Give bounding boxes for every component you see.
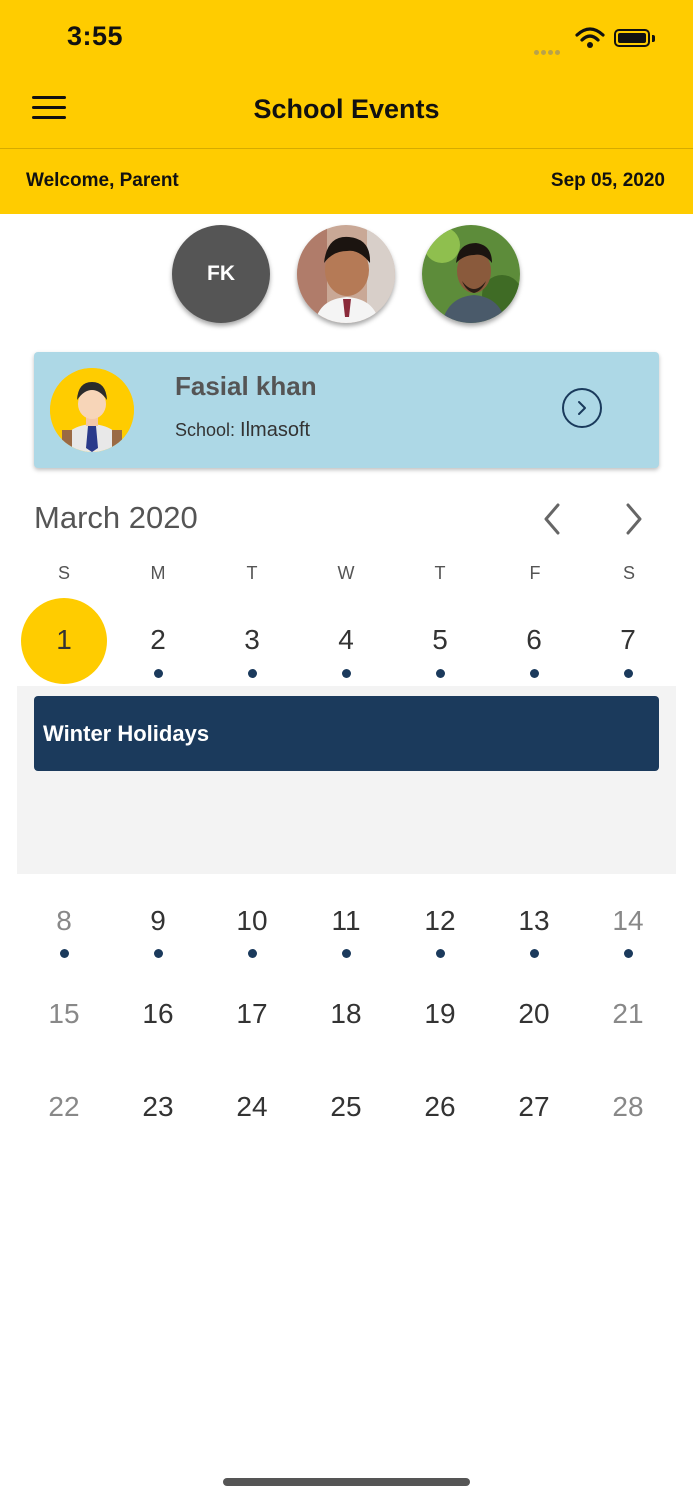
battery-icon bbox=[614, 29, 650, 47]
calendar-day[interactable]: 16 bbox=[118, 998, 198, 1030]
calendar-day[interactable]: 26 bbox=[400, 1091, 480, 1123]
calendar-month-label: March 2020 bbox=[34, 500, 198, 535]
student-name: Fasial khan bbox=[175, 371, 317, 401]
calendar-day[interactable]: 15 bbox=[24, 998, 104, 1030]
child-avatar-initials[interactable]: FK bbox=[172, 225, 270, 323]
calendar-day[interactable]: 13 bbox=[494, 905, 574, 937]
event-dot bbox=[436, 949, 445, 958]
calendar-day[interactable]: 6 bbox=[494, 624, 574, 656]
event-dot bbox=[154, 669, 163, 678]
current-date: Sep 05, 2020 bbox=[550, 170, 665, 191]
weekday-label: W bbox=[337, 563, 355, 583]
event-dot bbox=[248, 949, 257, 958]
event-dot bbox=[60, 949, 69, 958]
page-title: School Events bbox=[253, 94, 440, 124]
home-indicator[interactable] bbox=[223, 1478, 470, 1486]
event-dot bbox=[342, 669, 351, 678]
calendar-day[interactable]: 22 bbox=[24, 1091, 104, 1123]
cellular-signal-icon bbox=[534, 42, 562, 60]
weekday-label: M bbox=[150, 563, 166, 583]
calendar-day-selected[interactable]: 1 bbox=[24, 624, 104, 656]
school-label: School: bbox=[175, 420, 241, 440]
calendar-day[interactable]: 23 bbox=[118, 1091, 198, 1123]
child-avatar-photo-boy[interactable] bbox=[297, 225, 395, 323]
calendar-day[interactable]: 20 bbox=[494, 998, 574, 1030]
calendar-day[interactable]: 4 bbox=[306, 624, 386, 656]
event-dot bbox=[342, 949, 351, 958]
weekday-label: T bbox=[246, 563, 258, 583]
battery-tip bbox=[652, 35, 655, 42]
event-dot bbox=[530, 669, 539, 678]
event-dot bbox=[436, 669, 445, 678]
calendar-day[interactable]: 9 bbox=[118, 905, 198, 937]
calendar-day[interactable]: 8 bbox=[24, 905, 104, 937]
calendar-day[interactable]: 3 bbox=[212, 624, 292, 656]
calendar-day[interactable]: 10 bbox=[212, 905, 292, 937]
calendar-day[interactable]: 28 bbox=[588, 1091, 668, 1123]
calendar-day[interactable]: 14 bbox=[588, 905, 668, 937]
weekday-label: S bbox=[57, 563, 70, 583]
event-dot bbox=[248, 669, 257, 678]
wifi-icon bbox=[575, 27, 605, 54]
boy-photo bbox=[297, 225, 395, 323]
event-dot bbox=[624, 669, 633, 678]
school-name: Ilmasoft bbox=[240, 419, 311, 441]
calendar-day[interactable]: 24 bbox=[212, 1091, 292, 1123]
student-school: School: Ilmasoft bbox=[175, 419, 310, 442]
calendar-day[interactable]: 2 bbox=[118, 624, 198, 656]
calendar-day[interactable]: 7 bbox=[588, 624, 668, 656]
calendar-day[interactable]: 25 bbox=[306, 1091, 386, 1123]
event-title: Winter Holidays bbox=[43, 720, 210, 746]
calendar-day[interactable]: 11 bbox=[306, 905, 386, 937]
calendar-day[interactable]: 12 bbox=[400, 905, 480, 937]
welcome-text: Welcome, Parent bbox=[26, 170, 179, 191]
event-dot bbox=[154, 949, 163, 958]
event-dot bbox=[530, 949, 539, 958]
status-time: 3:55 bbox=[67, 21, 124, 51]
calendar-day[interactable]: 27 bbox=[494, 1091, 574, 1123]
calendar-day[interactable]: 17 bbox=[212, 998, 292, 1030]
student-illustration-icon bbox=[50, 368, 134, 452]
calendar-day[interactable]: 19 bbox=[400, 998, 480, 1030]
weekday-label: T bbox=[434, 563, 446, 583]
chevron-right-icon[interactable] bbox=[614, 499, 654, 539]
student-avatar bbox=[50, 368, 134, 452]
status-icons bbox=[534, 24, 664, 55]
calendar-day[interactable]: 5 bbox=[400, 624, 480, 656]
event-item[interactable]: Winter Holidays bbox=[34, 696, 659, 771]
chevron-left-icon[interactable] bbox=[532, 499, 572, 539]
weekday-label: F bbox=[529, 563, 541, 583]
weekday-label: S bbox=[622, 563, 635, 583]
child-avatar-photo-man[interactable] bbox=[422, 225, 520, 323]
avatar-initials: FK bbox=[207, 262, 235, 285]
man-photo bbox=[422, 225, 520, 323]
chevron-right-circle-icon[interactable] bbox=[562, 388, 602, 428]
calendar-day[interactable]: 18 bbox=[306, 998, 386, 1030]
event-dot bbox=[624, 949, 633, 958]
calendar-day[interactable]: 21 bbox=[588, 998, 668, 1030]
